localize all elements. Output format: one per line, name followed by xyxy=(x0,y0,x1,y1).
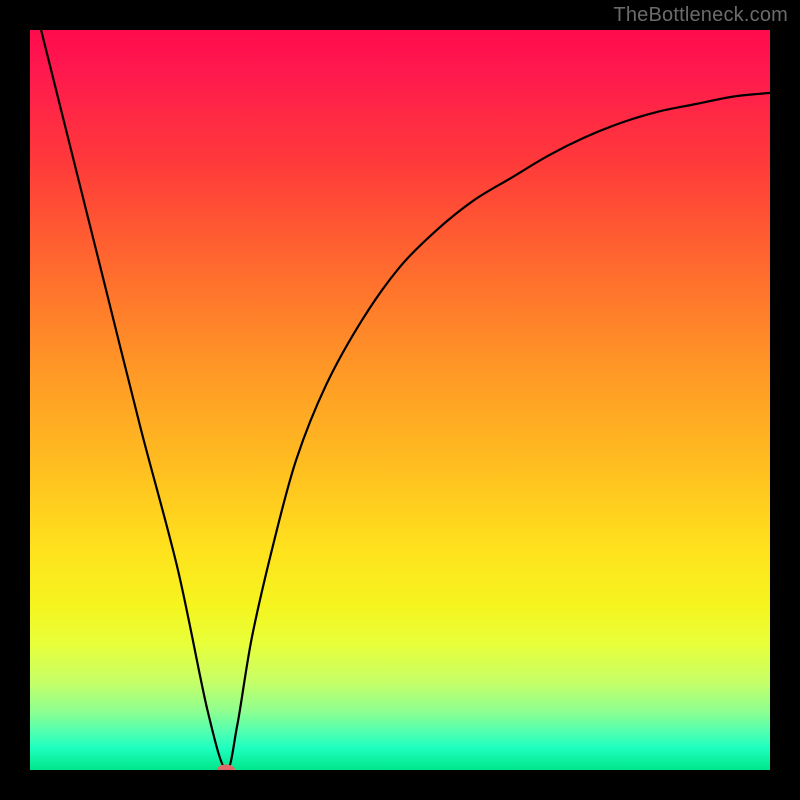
curve-path xyxy=(30,30,770,770)
bottleneck-curve xyxy=(30,30,770,770)
plot-area xyxy=(30,30,770,770)
optimal-point-marker xyxy=(217,765,235,771)
watermark-text: TheBottleneck.com xyxy=(613,4,788,27)
chart-frame: TheBottleneck.com xyxy=(0,0,800,800)
